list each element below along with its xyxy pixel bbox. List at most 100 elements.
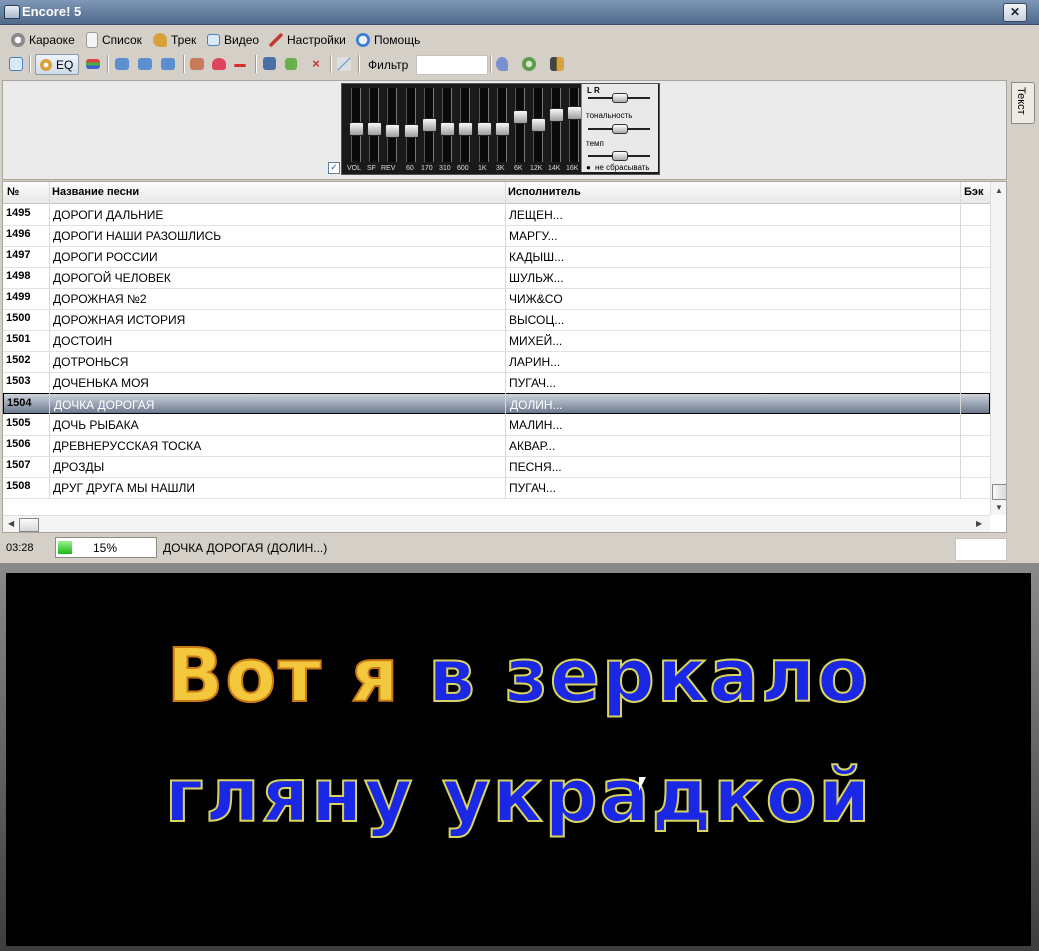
table-row[interactable]: 1500 ДОРОЖНАЯ ИСТОРИЯ ВЫСОЦ... xyxy=(3,309,990,331)
row-title: ДОРОЖНАЯ №2 xyxy=(53,292,147,306)
add-icon[interactable] xyxy=(285,58,297,70)
column-header-back[interactable]: Бэк xyxy=(964,186,984,198)
pause-icon[interactable] xyxy=(138,58,152,70)
eq-310-fader[interactable] xyxy=(440,88,455,162)
table-row[interactable]: 1503 ДОЧЕНЬКА МОЯ ПУГАЧ... xyxy=(3,372,990,394)
remove-icon[interactable] xyxy=(234,64,246,67)
table-row[interactable]: 1497 ДОРОГИ РОССИИ КАДЫШ... xyxy=(3,246,990,268)
tempo-knob[interactable] xyxy=(612,151,628,161)
vertical-scrollbar[interactable]: ▲ ▼ xyxy=(990,182,1006,515)
save-icon[interactable] xyxy=(263,57,276,70)
menu-track-label: Трек xyxy=(171,33,197,47)
playlist-add-icon[interactable] xyxy=(190,58,204,70)
tab-text[interactable]: Текст xyxy=(1011,82,1035,124)
menu-help[interactable]: Помощь xyxy=(356,31,420,49)
playback-progress[interactable]: 15% xyxy=(55,537,157,558)
eq-3k-fader[interactable] xyxy=(495,88,510,162)
horizontal-scrollbar[interactable]: ◀ ▶ xyxy=(3,515,990,532)
table-row[interactable]: 1502 ДОТРОНЬСЯ ЛАРИН... xyxy=(3,351,990,373)
column-divider xyxy=(505,182,506,499)
heart-icon[interactable] xyxy=(212,58,226,70)
scroll-up-arrow-icon[interactable]: ▲ xyxy=(995,186,1003,195)
tonality-knob[interactable] xyxy=(612,124,628,134)
balance-knob[interactable] xyxy=(612,93,628,103)
scroll-left-arrow-icon[interactable]: ◀ xyxy=(8,519,14,528)
column-header-num[interactable]: № xyxy=(7,186,19,198)
horizontal-scroll-thumb[interactable] xyxy=(19,518,39,532)
eq-button[interactable]: EQ xyxy=(35,54,79,75)
eq-60-fader[interactable] xyxy=(404,88,419,162)
eq-label-170: 170 xyxy=(421,165,433,172)
table-row[interactable]: 1499 ДОРОЖНАЯ №2 ЧИЖ&CO xyxy=(3,288,990,310)
speaker-icon[interactable] xyxy=(550,57,564,71)
table-row-selected[interactable]: 1504 ДОЧКА ДОРОГАЯ ДОЛИН... xyxy=(3,393,990,414)
eq-170-fader[interactable] xyxy=(422,88,437,162)
table-row[interactable]: 1508 ДРУГ ДРУГА МЫ НАШЛИ ПУГАЧ... xyxy=(3,477,990,499)
table-row[interactable]: 1495 ДОРОГИ ДАЛЬНИЕ ЛЕЩЕН... xyxy=(3,204,990,226)
eq-16k-fader[interactable] xyxy=(567,88,582,162)
lyric-line-2: гляну украдкой xyxy=(6,752,1031,840)
table-row[interactable]: 1505 ДОЧЬ РЫБАКА МАЛИН... xyxy=(3,414,990,436)
table-row[interactable]: 1501 ДОСТОИН МИХЕЙ... xyxy=(3,330,990,352)
video-frame: Вот я в зеркало гляну украдкой xyxy=(0,563,1039,951)
menu-list[interactable]: Список xyxy=(86,31,142,49)
scroll-down-arrow-icon[interactable]: ▼ xyxy=(995,503,1003,512)
music-note-icon xyxy=(153,33,167,47)
lyric-sung-text: Вот я xyxy=(166,632,401,720)
table-row[interactable]: 1496 ДОРОГИ НАШИ РАЗОШЛИСЬ МАРГУ... xyxy=(3,225,990,247)
eq-6k-fader[interactable] xyxy=(513,88,528,162)
column-divider xyxy=(960,182,961,499)
eq-14k-fader[interactable] xyxy=(549,88,564,162)
equalizer-icon[interactable] xyxy=(86,59,100,69)
eq-12k-fader[interactable] xyxy=(531,88,546,162)
vertical-scroll-thumb[interactable] xyxy=(992,484,1006,500)
row-number: 1499 xyxy=(6,291,31,303)
menu-settings[interactable]: Настройки xyxy=(269,31,346,49)
row-title: ДОСТОИН xyxy=(53,334,113,348)
eq-1k-fader[interactable] xyxy=(477,88,492,162)
table-row[interactable]: 1498 ДОРОГОЙ ЧЕЛОВЕК ШУЛЬЖ... xyxy=(3,267,990,289)
row-number: 1501 xyxy=(6,333,31,345)
vol-fader[interactable] xyxy=(349,88,364,162)
table-row[interactable]: 1507 ДРОЗДЫ ПЕСНЯ... xyxy=(3,456,990,478)
menu-karaoke[interactable]: Караоке xyxy=(11,31,75,49)
table-row[interactable]: 1506 ДРЕВНЕРУССКАЯ ТОСКА АКВАР... xyxy=(3,435,990,457)
toolbar-separator xyxy=(29,55,31,73)
eq-600-fader[interactable] xyxy=(458,88,473,162)
rev-fader[interactable] xyxy=(385,88,400,162)
music-note-icon[interactable] xyxy=(496,57,508,71)
menu-track[interactable]: Трек xyxy=(153,31,196,49)
monitor-icon[interactable] xyxy=(9,57,23,71)
row-artist: ШУЛЬЖ... xyxy=(509,271,564,285)
menu-video-label: Видео xyxy=(224,33,260,47)
no-reset-checkbox[interactable]: ● xyxy=(586,163,591,172)
stop-icon[interactable] xyxy=(161,58,175,70)
edit-icon[interactable] xyxy=(337,57,351,71)
menu-list-label: Список xyxy=(102,33,142,47)
eq-enable-checkbox[interactable]: ✓ xyxy=(328,162,340,174)
row-artist: МАЛИН... xyxy=(509,418,563,432)
now-playing: ДОЧКА ДОРОГАЯ (ДОЛИН...) xyxy=(163,541,328,555)
column-header-artist[interactable]: Исполнитель xyxy=(508,186,581,198)
row-number: 1498 xyxy=(6,270,31,282)
menu-video[interactable]: Видео xyxy=(207,31,259,49)
status-bar: 03:28 15% ДОЧКА ДОРОГАЯ (ДОЛИН...) xyxy=(0,535,1039,561)
column-header-title[interactable]: Название песни xyxy=(52,186,139,198)
filter-input[interactable] xyxy=(416,55,488,75)
row-artist: ЛАРИН... xyxy=(509,355,561,369)
row-title: ДРЕВНЕРУССКАЯ ТОСКА xyxy=(53,439,202,453)
globe-icon[interactable] xyxy=(522,57,536,71)
delete-icon[interactable]: × xyxy=(310,56,322,71)
row-title: ДРУГ ДРУГА МЫ НАШЛИ xyxy=(53,481,195,495)
progress-fill xyxy=(58,541,73,554)
scroll-right-arrow-icon[interactable]: ▶ xyxy=(976,519,982,528)
close-button[interactable]: ✕ xyxy=(1003,3,1027,22)
progress-percent: 15% xyxy=(93,541,118,555)
sf-fader[interactable] xyxy=(367,88,382,162)
lyric-unsung-text: в зеркало xyxy=(427,632,871,720)
window-title: Encore! 5 xyxy=(22,4,82,19)
row-number: 1508 xyxy=(6,480,31,492)
title-bar: Encore! 5 ✕ xyxy=(0,0,1039,25)
toolbar-separator xyxy=(255,55,257,73)
play-icon[interactable] xyxy=(115,58,129,70)
